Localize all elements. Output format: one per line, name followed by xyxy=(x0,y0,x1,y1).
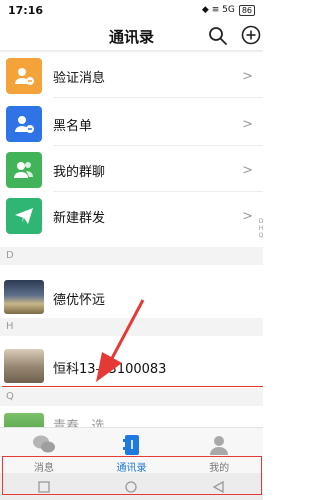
status-time: 17:16 xyxy=(8,3,44,17)
menu-label: 我的群聊 xyxy=(53,164,106,180)
annotation-line xyxy=(2,386,263,387)
status-bar: 17:16 ◆ ≡ 5G 86 xyxy=(0,0,263,20)
menu-label: 新建群发 xyxy=(53,210,106,226)
avatar xyxy=(4,349,44,383)
section-header-d: D xyxy=(0,247,263,265)
avatar xyxy=(4,280,44,314)
chevron-right-icon: > xyxy=(242,116,253,132)
search-icon[interactable] xyxy=(208,26,228,46)
group-icon xyxy=(6,152,42,188)
contact-name: 恒科13—3100083 xyxy=(53,362,167,377)
contacts-icon xyxy=(122,435,139,455)
menu-row-blacklist[interactable]: 黑名单 > xyxy=(0,102,263,146)
contact-name: 德优怀远 xyxy=(53,293,106,308)
signal-icon: ◆ ≡ 5G xyxy=(201,5,235,15)
contact-row[interactable]: 青春...选 xyxy=(0,409,263,427)
status-icons: ◆ ≡ 5G 86 xyxy=(201,4,255,16)
avatar xyxy=(4,413,44,427)
menu-label: 验证消息 xyxy=(53,70,106,86)
chevron-right-icon: > xyxy=(242,208,253,224)
title-bar: 通讯录 xyxy=(0,20,263,50)
chevron-right-icon: > xyxy=(242,162,253,178)
contact-row[interactable]: 德优怀远 xyxy=(0,276,263,320)
chevron-right-icon: > xyxy=(242,68,253,84)
row-divider xyxy=(53,191,263,192)
section-header-q: Q xyxy=(0,388,263,406)
alphabet-index[interactable]: D H Q xyxy=(257,218,265,239)
menu-row-verify[interactable]: 验证消息 > xyxy=(0,54,263,98)
row-divider xyxy=(53,145,263,146)
chat-bubble-icon xyxy=(32,435,55,453)
header-divider xyxy=(0,50,263,53)
section-header-h: H xyxy=(0,318,263,336)
add-icon[interactable] xyxy=(241,25,261,45)
menu-row-my-groups[interactable]: 我的群聊 > xyxy=(0,148,263,192)
menu-label: 黑名单 xyxy=(53,118,93,134)
battery-icon: 86 xyxy=(238,4,255,16)
annotation-box xyxy=(2,456,262,495)
row-divider xyxy=(53,97,263,98)
user-verify-icon xyxy=(6,58,42,94)
paper-plane-icon xyxy=(6,198,42,234)
contact-row[interactable]: 恒科13—3100083 xyxy=(0,345,263,389)
menu-row-broadcast[interactable]: 新建群发 > xyxy=(0,194,263,238)
user-block-icon xyxy=(6,106,42,142)
contact-name: 青春...选 xyxy=(53,419,105,427)
profile-icon xyxy=(210,436,229,455)
